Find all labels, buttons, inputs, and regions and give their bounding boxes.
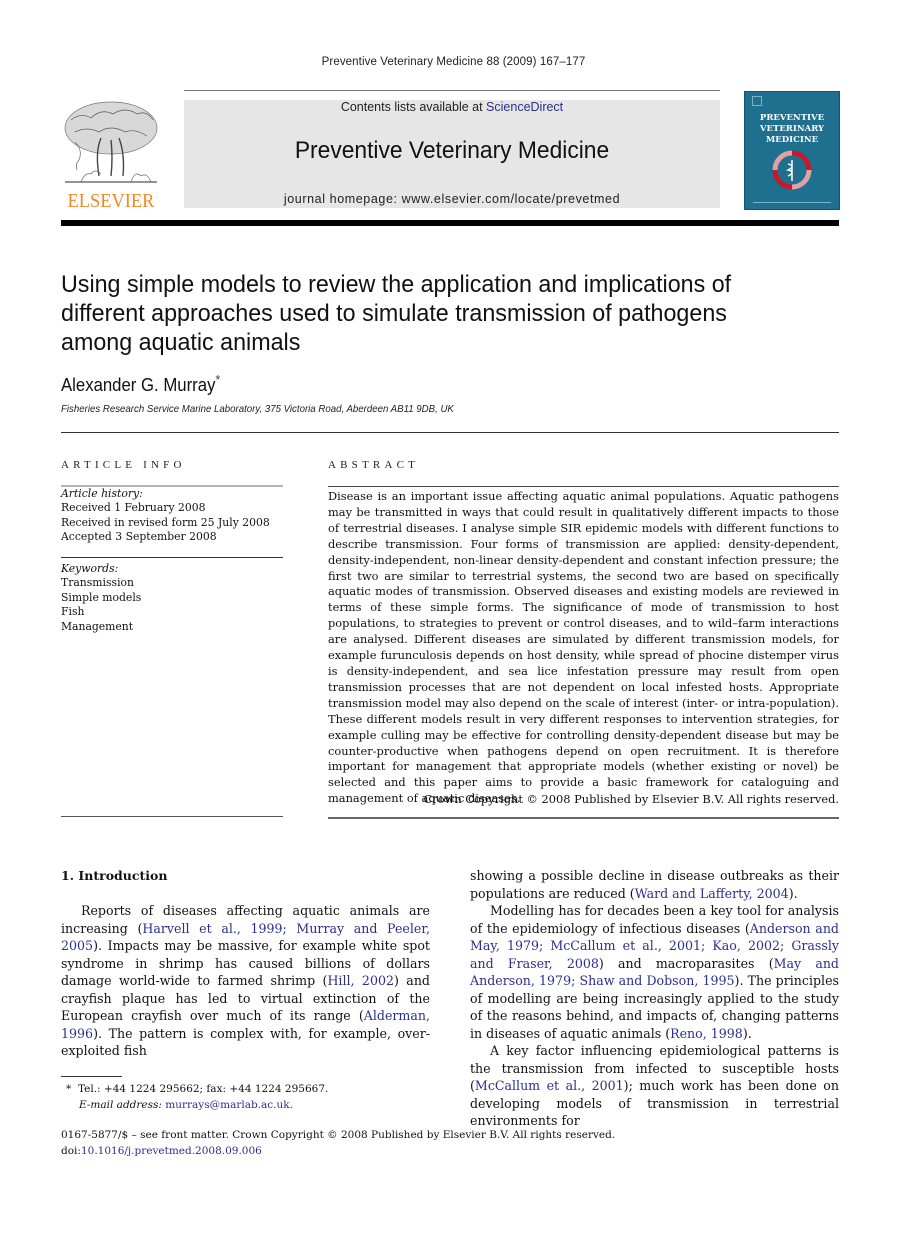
cover-logo-icon — [752, 96, 762, 106]
cover-rule — [753, 202, 831, 203]
abstract-rule — [328, 486, 839, 487]
keyword: Fish — [61, 605, 85, 619]
contents-prefix: Contents lists available at — [340, 100, 487, 114]
journal-title: Preventive Veterinary Medicine — [294, 137, 610, 164]
history-item: Received in revised form 25 July 2008 — [61, 515, 270, 529]
history-item: Accepted 3 September 2008 — [61, 530, 217, 544]
keywords-rule — [61, 557, 283, 558]
body-column-right: showing a possible decline in disease ou… — [470, 867, 839, 1130]
sciencedirect-link[interactable]: ScienceDirect — [486, 100, 563, 114]
keywords-label: Keywords: — [61, 562, 119, 575]
front-matter: 0167-5877/$ – see front matter. Crown Co… — [61, 1128, 615, 1159]
citation-link[interactable]: Hill, 2002 — [327, 973, 394, 988]
author-name[interactable]: Alexander G. Murray — [61, 375, 215, 395]
email-suffix: . — [289, 1098, 293, 1111]
paragraph-text: ). — [742, 1025, 752, 1041]
email-label: E-mail address: — [79, 1098, 162, 1111]
paragraph-text: ). The pattern is complex with, for exam… — [61, 1025, 430, 1059]
keywords: Keywords: Transmission Simple models Fis… — [61, 562, 141, 634]
citation-link[interactable]: McCallum et al., 2001 — [475, 1078, 624, 1093]
contents-line: Contents lists available at ScienceDirec… — [184, 100, 720, 114]
elsevier-wordmark: ELSEVIER — [67, 190, 155, 212]
citation-link[interactable]: Reno, 1998 — [670, 1026, 743, 1041]
article-info-bottom-rule — [61, 816, 283, 817]
abstract-bottom-rule — [328, 817, 839, 819]
keyword: Management — [61, 619, 134, 633]
email-link[interactable]: murrays@marlab.ac.uk — [165, 1099, 289, 1111]
cover-title-line: PREVENTIVE — [759, 113, 825, 123]
history-item: Received 1 February 2008 — [61, 501, 206, 515]
cover-title: PREVENTIVE VETERINARY MEDICINE — [745, 113, 839, 146]
article-history: Article history: Received 1 February 200… — [61, 487, 270, 545]
journal-cover: PREVENTIVE VETERINARY MEDICINE — [744, 91, 840, 210]
doi-link[interactable]: 10.1016/j.prevetmed.2008.09.006 — [81, 1145, 262, 1157]
abstract-copyright: Crown Copyright © 2008 Published by Else… — [423, 792, 839, 806]
cover-title-line: MEDICINE — [765, 135, 819, 145]
section-heading-introduction: 1. Introduction — [61, 868, 168, 883]
paragraph-text: ) and macroparasites ( — [598, 955, 774, 971]
corresponding-author-mark[interactable]: * — [215, 372, 220, 387]
abstract-text: Disease is an important issue affecting … — [328, 489, 839, 806]
author: Alexander G. Murray* — [61, 372, 220, 396]
paragraph: Reports of diseases affecting aquatic an… — [61, 902, 430, 1060]
affiliation: Fisheries Research Service Marine Labora… — [61, 403, 454, 415]
paragraph-text: ). — [788, 885, 798, 901]
caduceus-ring-icon — [772, 150, 812, 190]
header-top-rule — [184, 90, 720, 91]
abstract-heading: ABSTRACT — [328, 459, 420, 471]
cover-title-line: VETERINARY — [759, 124, 825, 134]
journal-homepage[interactable]: journal homepage: www.elsevier.com/locat… — [184, 192, 720, 206]
doi-prefix: doi: — [61, 1144, 81, 1157]
footnote-mark: * — [66, 1083, 72, 1095]
running-head: Preventive Veterinary Medicine 88 (2009)… — [321, 56, 586, 68]
article-info-heading: ARTICLE INFO — [61, 459, 186, 471]
citation-link[interactable]: Ward and Lafferty, 2004 — [635, 886, 789, 901]
footnote-rule — [61, 1076, 122, 1077]
article-title: Using simple models to review the applic… — [61, 271, 732, 356]
keyword: Simple models — [61, 590, 142, 604]
paragraph: showing a possible decline in disease ou… — [470, 867, 839, 902]
tree-icon — [64, 101, 158, 183]
footnote-contact: Tel.: +44 1224 295662; fax: +44 1224 295… — [77, 1083, 329, 1095]
paragraph: Modelling has for decades been a key too… — [470, 902, 839, 1042]
keyword: Transmission — [61, 576, 134, 590]
header-thick-rule — [61, 220, 839, 226]
issn-line: 0167-5877/$ – see front matter. Crown Co… — [61, 1129, 616, 1141]
title-rule — [61, 432, 839, 433]
footnote: * Tel.: +44 1224 295662; fax: +44 1224 2… — [66, 1082, 328, 1113]
article-history-label: Article history: — [61, 487, 143, 500]
paragraph: A key factor influencing epidemiological… — [470, 1042, 839, 1130]
body-column-left: Reports of diseases affecting aquatic an… — [61, 902, 430, 1060]
